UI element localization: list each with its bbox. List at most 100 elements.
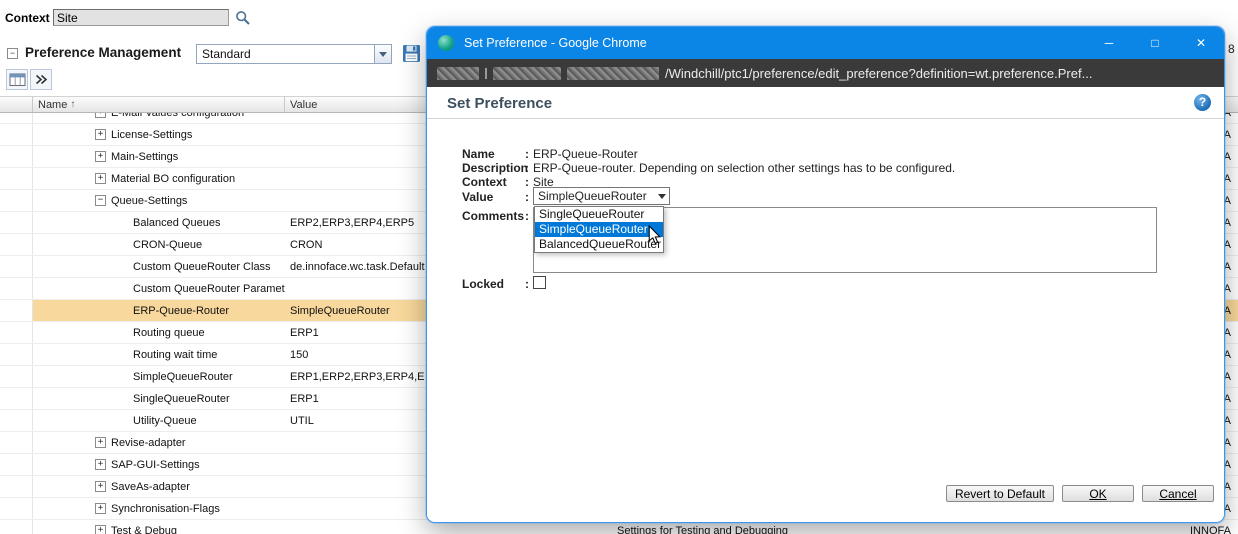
name-label: Name — [462, 147, 524, 161]
locked-checkbox[interactable] — [533, 276, 546, 289]
row-description: Settings for Testing and Debugging — [615, 525, 1175, 534]
save-icon[interactable] — [402, 44, 422, 64]
help-icon[interactable]: ? — [1194, 94, 1211, 111]
revert-to-default-button[interactable]: Revert to Default — [946, 485, 1054, 502]
window-titlebar[interactable]: Set Preference - Google Chrome ─ □ ✕ — [427, 27, 1224, 59]
row-name-label: ERP-Queue-Router — [133, 305, 229, 317]
row-name-cell[interactable]: Custom QueueRouter Class — [33, 261, 285, 273]
value-dropdown-selected: SimpleQueueRouter — [534, 189, 654, 203]
expand-icon[interactable]: + — [95, 525, 106, 534]
value-label: Value — [462, 190, 524, 204]
row-name-cell[interactable]: Routing wait time — [33, 349, 285, 361]
close-button[interactable]: ✕ — [1178, 27, 1224, 59]
row-name-label: Custom QueueRouter Class — [133, 261, 271, 273]
expand-icon[interactable]: + — [95, 129, 106, 140]
maximize-button[interactable]: □ — [1132, 27, 1178, 59]
row-gutter — [0, 476, 33, 497]
row-name-cell[interactable]: SingleQueueRouter — [33, 393, 285, 405]
colon: : — [525, 190, 529, 204]
expand-all-icon[interactable] — [30, 69, 52, 90]
row-name-cell[interactable]: +Synchronisation-Flags — [33, 503, 285, 515]
row-name-label: Test & Debug — [111, 525, 177, 534]
row-name-label: Main-Settings — [111, 151, 178, 163]
row-name-label: Balanced Queues — [133, 217, 220, 229]
row-name-label: Utility-Queue — [133, 415, 197, 427]
row-gutter — [0, 454, 33, 475]
row-gutter — [0, 498, 33, 519]
row-name-cell[interactable]: +SAP-GUI-Settings — [33, 459, 285, 471]
row-name-cell[interactable]: + Main-Settings — [33, 151, 285, 163]
row-gutter — [0, 212, 33, 233]
expand-icon[interactable]: + — [95, 113, 106, 118]
value-listbox: SingleQueueRouterSimpleQueueRouterBalanc… — [534, 206, 664, 253]
redacted-block — [437, 67, 479, 80]
row-name-label: Routing queue — [133, 327, 205, 339]
dropdown-option[interactable]: SingleQueueRouter — [535, 207, 663, 222]
dropdown-option[interactable]: SimpleQueueRouter — [535, 222, 663, 237]
row-gutter — [0, 388, 33, 409]
value-dropdown[interactable]: SimpleQueueRouter — [533, 187, 670, 205]
description-value: ERP-Queue-router. Depending on selection… — [533, 161, 955, 175]
sort-ascending-icon: ↑ — [70, 99, 75, 110]
row-name-cell[interactable]: +SaveAs-adapter — [33, 481, 285, 493]
table-view-icon[interactable] — [6, 69, 28, 90]
table-row[interactable]: + Test & Debug Settings for Testing and De… — [0, 520, 1238, 534]
chevron-down-icon[interactable] — [374, 45, 391, 63]
row-gutter — [0, 168, 33, 189]
header-name[interactable]: Name ↑ — [33, 97, 285, 112]
row-name-cell[interactable]: Routing queue — [33, 327, 285, 339]
header-value-label: Value — [290, 99, 317, 111]
url-path: /Windchill/ptc1/preference/edit_preferen… — [665, 66, 1092, 81]
page-title: Preference Management — [25, 45, 181, 60]
row-name-label: SingleQueueRouter — [133, 393, 230, 405]
row-name-cell[interactable]: ERP-Queue-Router — [33, 305, 285, 317]
row-name-label: E-Mail Values configuration — [111, 113, 244, 119]
view-dropdown[interactable]: Standard — [196, 44, 392, 64]
collapse-section-icon[interactable]: − — [7, 48, 18, 59]
row-gutter — [0, 190, 33, 211]
colon: : — [525, 161, 529, 175]
row-name-cell[interactable]: + Test & Debug — [33, 525, 285, 534]
row-name-label: Queue-Settings — [111, 195, 187, 207]
row-name-cell[interactable]: CRON-Queue — [33, 239, 285, 251]
row-name-cell[interactable]: SimpleQueueRouter — [33, 371, 285, 383]
row-name-label: SimpleQueueRouter — [133, 371, 233, 383]
row-name-cell[interactable]: −Queue-Settings — [33, 195, 285, 207]
context-field-label: Context — [462, 175, 524, 189]
dropdown-option[interactable]: BalancedQueueRouter — [535, 237, 663, 252]
collapse-icon[interactable]: − — [95, 195, 106, 206]
windchill-favicon — [438, 35, 454, 51]
redacted-block — [567, 67, 659, 80]
row-name-cell[interactable]: + E-Mail Values configuration — [33, 113, 285, 119]
row-name-label: Custom QueueRouter Parameter — [133, 283, 285, 295]
expand-icon[interactable]: + — [95, 151, 106, 162]
expand-icon[interactable]: + — [95, 503, 106, 514]
row-name-cell[interactable]: Custom QueueRouter Parameter — [33, 283, 285, 295]
row-gutter — [0, 344, 33, 365]
search-icon[interactable] — [235, 10, 251, 31]
expand-icon[interactable]: + — [95, 481, 106, 492]
row-gutter — [0, 410, 33, 431]
minimize-button[interactable]: ─ — [1086, 27, 1132, 59]
window-title: Set Preference - Google Chrome — [464, 36, 1086, 50]
address-bar[interactable]: /Windchill/ptc1/preference/edit_preferen… — [427, 59, 1224, 87]
redacted-block — [493, 67, 561, 80]
row-name-cell[interactable]: +License-Settings — [33, 129, 285, 141]
context-input[interactable] — [53, 9, 229, 26]
row-name-cell[interactable]: +Revise-adapter — [33, 437, 285, 449]
row-gutter — [0, 520, 33, 534]
cancel-button[interactable]: Cancel — [1142, 485, 1214, 502]
expand-icon[interactable]: + — [95, 437, 106, 448]
row-name-cell[interactable]: Utility-Queue — [33, 415, 285, 427]
ok-button[interactable]: OK — [1062, 485, 1134, 502]
chevron-down-icon — [654, 194, 669, 199]
row-name-label: Material BO configuration — [111, 173, 235, 185]
row-name-label: CRON-Queue — [133, 239, 202, 251]
expand-icon[interactable]: + — [95, 459, 106, 470]
row-name-cell[interactable]: + Material BO configuration — [33, 173, 285, 185]
row-name-cell[interactable]: Balanced Queues — [33, 217, 285, 229]
dialog-body: Set Preference ? Name : ERP-Queue-Router… — [427, 87, 1224, 522]
expand-icon[interactable]: + — [95, 173, 106, 184]
redacted-separator — [485, 68, 487, 79]
colon: : — [525, 175, 529, 189]
